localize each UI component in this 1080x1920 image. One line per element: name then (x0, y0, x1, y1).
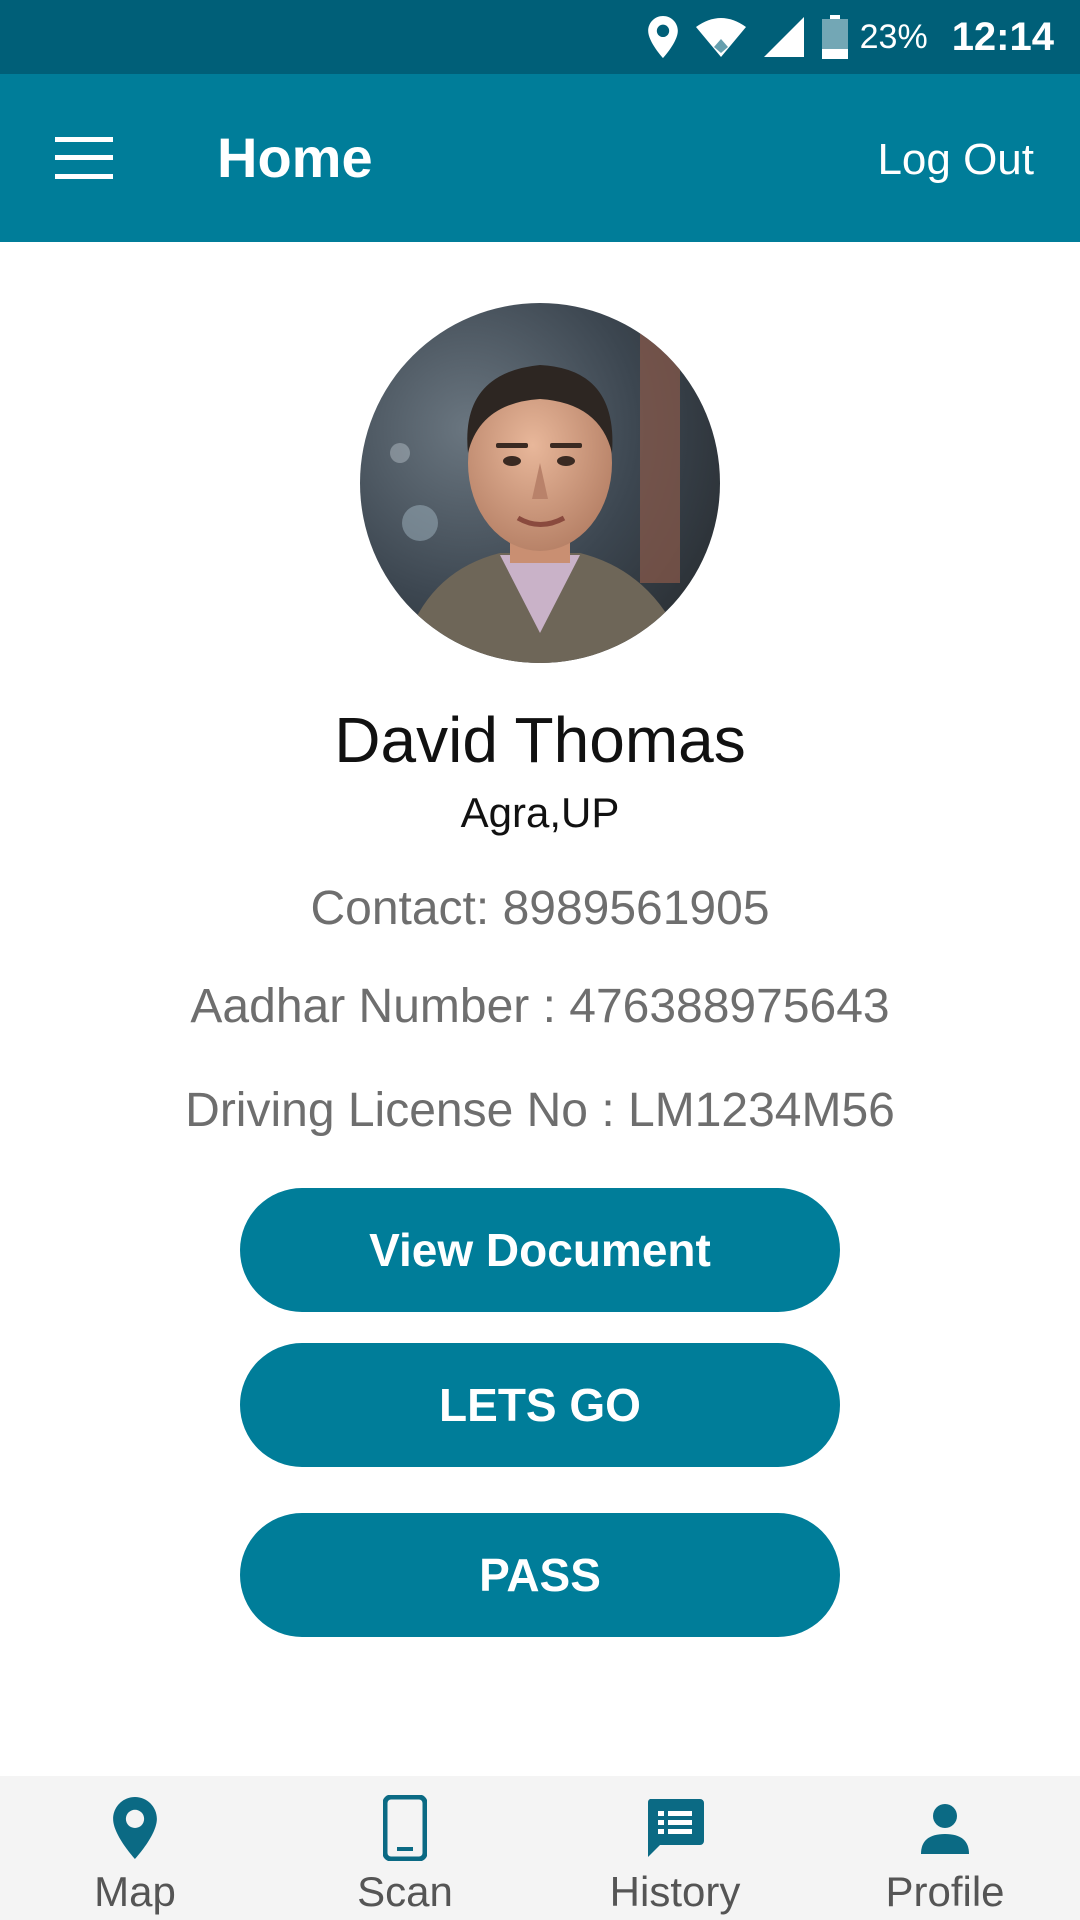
page-title: Home (217, 126, 373, 189)
nav-item-history[interactable]: History (540, 1776, 810, 1920)
aadhar-number: Aadhar Number : 476388975643 (190, 980, 890, 1033)
pass-button[interactable]: PASS (240, 1513, 840, 1637)
app-bar: Home Log Out (0, 74, 1080, 242)
map-pin-icon (113, 1788, 157, 1868)
nav-item-scan[interactable]: Scan (270, 1776, 540, 1920)
phone-icon (383, 1788, 427, 1868)
profile-location: Agra,UP (460, 789, 620, 836)
cellular-signal-icon (763, 17, 804, 57)
battery-percentage: 23% (859, 17, 928, 56)
status-clock: 12:14 (951, 14, 1054, 59)
profile-name: David Thomas (334, 704, 746, 776)
logout-button[interactable]: Log Out (877, 134, 1034, 186)
person-icon (919, 1788, 971, 1868)
nav-label-map: Map (94, 1868, 176, 1915)
nav-label-history: History (609, 1868, 741, 1915)
contact-number: Contact: 8989561905 (310, 882, 770, 935)
view-document-button[interactable]: View Document (240, 1188, 840, 1312)
nav-item-profile[interactable]: Profile (810, 1776, 1080, 1920)
bottom-navigation: Map Scan History Profile (0, 1776, 1080, 1920)
status-bar: 23% 12:14 (0, 0, 1080, 74)
battery-icon (821, 15, 848, 59)
history-chat-icon (644, 1788, 706, 1868)
home-screen: 23% 12:14 Home Log Out David Thomas Agra… (0, 0, 1080, 1920)
hamburger-menu-icon (55, 137, 113, 179)
lets-go-button[interactable]: LETS GO (240, 1343, 840, 1467)
menu-button[interactable] (40, 118, 128, 198)
nav-item-map[interactable]: Map (0, 1776, 270, 1920)
nav-label-scan: Scan (357, 1868, 453, 1915)
location-icon (647, 16, 678, 58)
avatar (360, 303, 720, 663)
wifi-icon (695, 17, 746, 57)
driving-license-number: Driving License No : LM1234M56 (185, 1084, 895, 1137)
nav-label-profile: Profile (885, 1868, 1005, 1915)
